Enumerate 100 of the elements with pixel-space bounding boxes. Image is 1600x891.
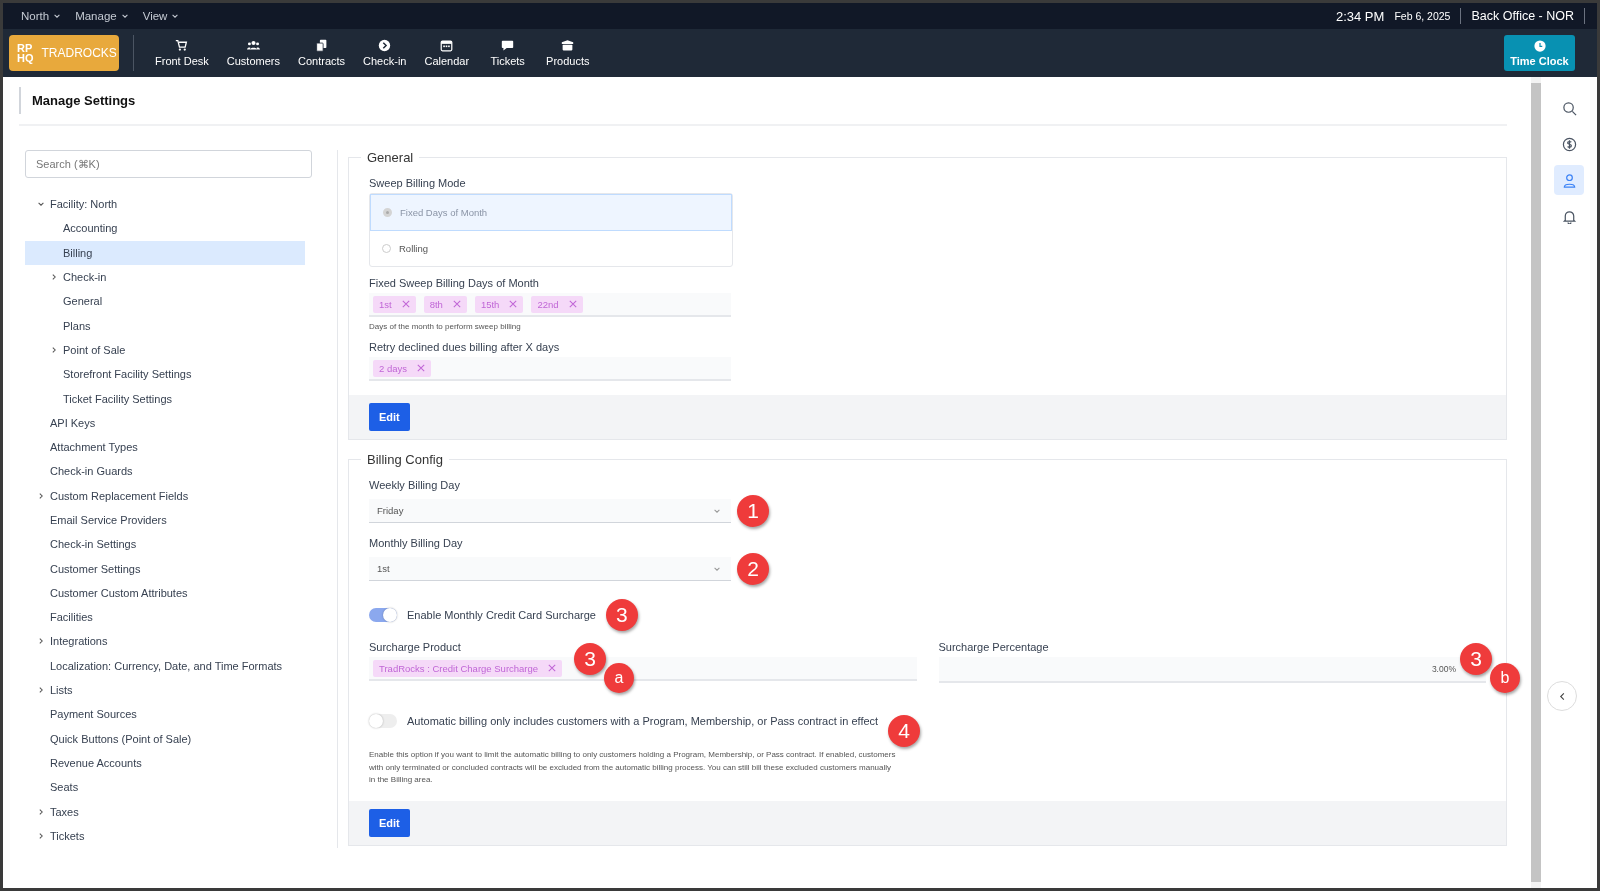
- scrollbar-thumb[interactable]: [1531, 83, 1541, 882]
- remove-icon[interactable]: [401, 300, 410, 308]
- clock-date: Feb 6, 2025: [1394, 10, 1451, 22]
- edit-button[interactable]: Edit: [369, 808, 410, 837]
- callout-marker: 1: [737, 495, 769, 527]
- tree-item[interactable]: Lists: [25, 677, 305, 703]
- collapse-chevron-icon: [50, 345, 58, 354]
- tag-label: 15th: [480, 298, 500, 310]
- help-text: Days of the month to perform sweep billing: [369, 322, 522, 331]
- nav-item[interactable]: Tickets: [480, 35, 536, 71]
- chevron-left-icon: [1557, 691, 1567, 701]
- tag-label: 1st: [379, 298, 392, 310]
- select-field[interactable]: 1st: [369, 557, 731, 581]
- radio-option[interactable]: Rolling: [370, 231, 732, 266]
- callout-marker: 3: [605, 599, 638, 631]
- tree-item[interactable]: Seats: [25, 775, 305, 800]
- callout-marker: 3: [1460, 643, 1492, 675]
- tree-item[interactable]: Point of Sale: [25, 337, 305, 363]
- tree-item[interactable]: General: [25, 289, 305, 314]
- tree-item[interactable]: Attachment Types: [25, 434, 305, 460]
- nav-item[interactable]: Products: [539, 35, 597, 71]
- collapse-chevron-icon: [37, 831, 45, 840]
- tree-item[interactable]: Check-in Settings: [25, 532, 305, 557]
- search-field[interactable]: Search (⌘K): [25, 150, 312, 178]
- section-title: Billing Config: [366, 452, 444, 467]
- remove-icon[interactable]: [568, 300, 577, 308]
- tree-item[interactable]: Check-in Guards: [25, 459, 305, 484]
- cart-icon: [175, 39, 189, 52]
- help-text: Enable this option if you want to limit the automatic billing to only customers holding a Program, Membership, or Pass contract. If enabled, customers with only terminated or concluded contracts will be excluded from the automatic billing process. You can still bill these excluded customers manually in the Billing area.: [369, 749, 897, 786]
- person-icon: [1561, 172, 1577, 188]
- tag-label: 8th: [429, 298, 443, 310]
- clock-icon: [1533, 39, 1546, 52]
- field-label: Fixed Sweep Billing Days of Month: [369, 277, 540, 289]
- nav-item[interactable]: Calendar: [417, 35, 477, 71]
- tree-item[interactable]: Email Service Providers: [25, 507, 305, 533]
- field-label: Surcharge Percentage: [938, 641, 1050, 653]
- menu-dropdown[interactable]: North: [19, 8, 64, 24]
- callout-marker: a: [604, 663, 634, 693]
- time-clock-button[interactable]: Time Clock: [1504, 35, 1575, 71]
- nav-item[interactable]: Contracts: [291, 35, 353, 71]
- tag-label: 2 days: [379, 362, 407, 374]
- tree-item[interactable]: API Keys: [25, 410, 305, 435]
- callout-marker: 2: [737, 553, 769, 585]
- field-label: Sweep Billing Mode: [369, 177, 467, 189]
- tree-item[interactable]: Customer Custom Attributes: [25, 580, 305, 606]
- tree-item[interactable]: Localization: Currency, Date, and Time Formats: [25, 653, 305, 678]
- toggle-switch[interactable]: [369, 608, 397, 622]
- tag-label: TradRocks : Credit Charge Surcharge: [379, 662, 539, 674]
- page-title: Manage Settings: [19, 87, 136, 114]
- nav-item[interactable]: Check-in: [356, 35, 414, 71]
- toggle-switch[interactable]: [369, 714, 397, 728]
- tree-item[interactable]: Custom Replacement Fields: [25, 483, 305, 508]
- tree-item[interactable]: Accounting: [25, 216, 305, 241]
- bell-icon: [1561, 208, 1577, 224]
- tree-item[interactable]: Ticket Facility Settings: [25, 386, 305, 411]
- field-label: Surcharge Product: [369, 641, 462, 653]
- edit-button[interactable]: Edit: [369, 403, 410, 431]
- docs-icon: [315, 39, 328, 52]
- collapse-button[interactable]: [1547, 681, 1577, 711]
- search-icon: [1561, 100, 1577, 116]
- remove-icon[interactable]: [509, 300, 518, 308]
- people-icon: [246, 39, 260, 52]
- toggle-label: Automatic billing only includes customers with a Program, Membership, or Pass contract in effect: [407, 715, 879, 727]
- select-field[interactable]: Friday: [369, 499, 731, 523]
- tree-item[interactable]: Storefront Facility Settings: [25, 362, 305, 387]
- field-label: Weekly Billing Day: [369, 479, 461, 491]
- dollar-icon: [1561, 136, 1577, 152]
- menu-dropdown[interactable]: Manage: [73, 8, 131, 24]
- tree-item[interactable]: Customer Settings: [25, 556, 305, 581]
- section-title: General: [366, 150, 415, 165]
- tree-item[interactable]: Tickets: [25, 823, 305, 848]
- collapse-chevron-icon: [50, 273, 58, 282]
- clock-time: 2:34 PM: [1335, 8, 1385, 24]
- caret-icon: [171, 12, 180, 20]
- tree-item[interactable]: Billing: [25, 240, 305, 265]
- location-label[interactable]: Back Office - NOR: [1471, 9, 1574, 23]
- collapse-chevron-icon: [37, 637, 45, 646]
- tree-item[interactable]: Revenue Accounts: [25, 750, 305, 776]
- callout-marker: 3: [574, 643, 606, 675]
- tree-item[interactable]: Quick Buttons (Point of Sale): [25, 726, 305, 751]
- remove-icon[interactable]: [452, 300, 461, 308]
- nav-item[interactable]: Front Desk: [148, 35, 216, 71]
- toggle-label: Enable Monthly Credit Card Surcharge: [407, 609, 596, 621]
- box-icon: [561, 39, 575, 52]
- tag-label: 22nd: [537, 298, 559, 310]
- tree-item[interactable]: Facilities: [25, 605, 305, 630]
- callout-marker: 4: [888, 715, 921, 747]
- tree-item[interactable]: Facility: North: [25, 192, 305, 217]
- tree-item[interactable]: Integrations: [25, 629, 305, 654]
- collapse-chevron-icon: [37, 686, 45, 695]
- remove-icon[interactable]: [417, 364, 425, 372]
- field-label: Retry declined dues billing after X days: [369, 341, 561, 353]
- tree-item[interactable]: Check-in: [25, 264, 305, 290]
- tree-item[interactable]: Taxes: [25, 799, 305, 824]
- tree-item[interactable]: Payment Sources: [25, 702, 305, 727]
- nav-item[interactable]: Customers: [219, 35, 287, 71]
- remove-icon[interactable]: [548, 664, 557, 672]
- menu-dropdown[interactable]: View: [140, 8, 182, 24]
- callout-marker: b: [1490, 663, 1520, 693]
- tree-item[interactable]: Plans: [25, 313, 305, 338]
